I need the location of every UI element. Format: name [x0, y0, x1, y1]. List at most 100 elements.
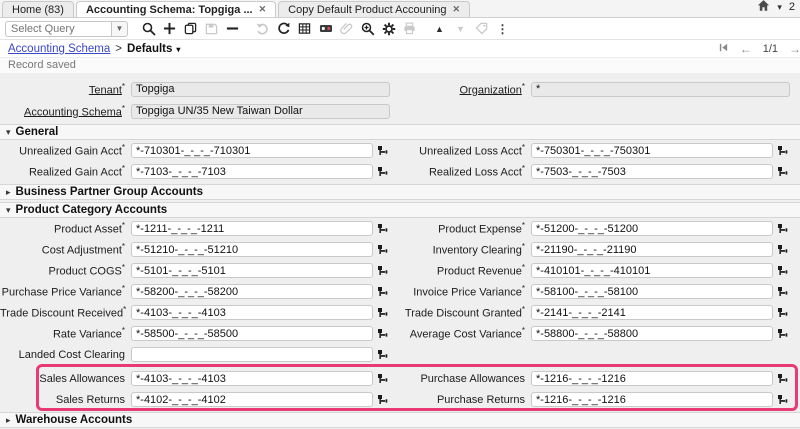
close-icon[interactable]: ✕ — [453, 5, 461, 14]
copy-record-icon[interactable] — [182, 20, 199, 37]
select-query-dropdown-icon[interactable]: ▼ — [111, 21, 128, 37]
account-input[interactable] — [131, 263, 373, 278]
field-label[interactable]: Tenant* — [0, 82, 131, 97]
account-field: Unrealized Gain Acct* — [0, 143, 400, 158]
account-input[interactable] — [131, 392, 373, 407]
accounting-schema-input[interactable] — [131, 104, 390, 119]
zoom-across-icon[interactable] — [359, 20, 376, 37]
account-combination-icon[interactable] — [375, 326, 390, 341]
account-input[interactable] — [531, 263, 773, 278]
section-header-warehouse-accounts[interactable]: ▸ Warehouse Accounts — [0, 412, 800, 428]
account-input[interactable] — [531, 164, 773, 179]
account-combination-icon[interactable] — [775, 392, 790, 407]
label-tag-icon[interactable] — [473, 20, 490, 37]
breadcrumb-parent-link[interactable]: Accounting Schema — [8, 43, 110, 55]
close-icon[interactable]: ✕ — [259, 5, 267, 14]
account-input[interactable] — [531, 221, 773, 236]
required-marker: * — [123, 305, 126, 314]
section-header-bp-group-accounts[interactable]: ▸ Business Partner Group Accounts — [0, 184, 800, 200]
field-label: Purchase Returns — [400, 394, 531, 406]
required-marker: * — [522, 82, 525, 91]
save-icon[interactable] — [203, 20, 220, 37]
account-combination-icon[interactable] — [375, 263, 390, 278]
new-record-icon[interactable] — [161, 20, 178, 37]
record-position: 1/1 — [763, 43, 778, 55]
account-input[interactable] — [531, 143, 773, 158]
account-combination-icon[interactable] — [375, 305, 390, 320]
tab-home[interactable]: Home (83) — [2, 1, 74, 17]
field-label[interactable]: Accounting Schema* — [0, 104, 131, 119]
account-combination-icon[interactable] — [375, 284, 390, 299]
home-icon[interactable] — [757, 0, 770, 15]
delete-record-icon[interactable] — [224, 20, 241, 37]
account-input[interactable] — [531, 371, 773, 386]
organization-field: Organization* — [400, 82, 800, 97]
tab-accounting-schema[interactable]: Accounting Schema: Topgiga ... ✕ — [76, 1, 276, 17]
account-input[interactable] — [131, 371, 373, 386]
account-input[interactable] — [531, 305, 773, 320]
account-combination-icon[interactable] — [375, 164, 390, 179]
record-navigation: ← 1/1 → — [718, 42, 800, 56]
attachment-icon[interactable] — [338, 20, 355, 37]
account-input[interactable] — [131, 326, 373, 341]
account-combination-icon[interactable] — [775, 242, 790, 257]
tab-copy-default-product-accounting[interactable]: Copy Default Product Accouning ✕ — [278, 1, 470, 17]
account-combination-icon[interactable] — [375, 143, 390, 158]
account-combination-icon[interactable] — [775, 305, 790, 320]
find-icon[interactable] — [140, 20, 157, 37]
account-combination-icon[interactable] — [775, 263, 790, 278]
account-input[interactable] — [131, 347, 373, 362]
account-input[interactable] — [531, 242, 773, 257]
account-combination-icon[interactable] — [375, 392, 390, 407]
select-query-input[interactable] — [5, 21, 111, 37]
undo-icon[interactable] — [254, 20, 271, 37]
account-input[interactable] — [531, 326, 773, 341]
parent-record-icon[interactable]: ▲ — [431, 20, 448, 37]
chevron-down-icon[interactable]: ▾ — [777, 2, 782, 13]
account-combination-icon[interactable] — [375, 221, 390, 236]
account-combination-icon[interactable] — [775, 221, 790, 236]
first-record-icon[interactable] — [718, 42, 729, 56]
section-header-general[interactable]: ▾ General — [0, 124, 800, 140]
account-combination-icon[interactable] — [375, 371, 390, 386]
account-combination-icon[interactable] — [775, 371, 790, 386]
account-combination-icon[interactable] — [375, 242, 390, 257]
breadcrumb-separator: > — [115, 43, 122, 55]
process-gear-icon[interactable] — [380, 20, 397, 37]
account-combination-icon[interactable] — [375, 347, 390, 362]
required-marker: * — [122, 242, 125, 251]
account-input[interactable] — [131, 305, 373, 320]
more-options-icon[interactable]: ⋮ — [494, 20, 511, 37]
account-input[interactable] — [131, 164, 373, 179]
account-field: Invoice Price Variance* — [400, 284, 800, 299]
account-combination-icon[interactable] — [775, 164, 790, 179]
detail-record-icon[interactable]: ▼ — [452, 20, 469, 37]
quick-form-icon[interactable] — [317, 20, 334, 37]
organization-input[interactable] — [531, 82, 790, 97]
field-label[interactable]: Organization* — [400, 82, 531, 97]
next-record-icon[interactable]: → — [789, 42, 800, 56]
account-combination-icon[interactable] — [775, 284, 790, 299]
account-input[interactable] — [131, 221, 373, 236]
breadcrumb: Accounting Schema > Defaults ▾ ← 1/1 → — [0, 40, 800, 58]
account-input[interactable] — [531, 284, 773, 299]
account-input[interactable] — [131, 242, 373, 257]
breadcrumb-current[interactable]: Defaults ▾ — [127, 43, 180, 55]
print-icon[interactable] — [401, 20, 418, 37]
tenant-input[interactable] — [131, 82, 390, 97]
field-label: Invoice Price Variance* — [400, 284, 531, 299]
account-input[interactable] — [131, 284, 373, 299]
refresh-icon[interactable] — [275, 20, 292, 37]
section-header-product-category-accounts[interactable]: ▾ Product Category Accounts — [0, 202, 800, 218]
account-combination-icon[interactable] — [775, 143, 790, 158]
section-title: Business Partner Group Accounts — [16, 186, 203, 198]
account-input[interactable] — [531, 392, 773, 407]
account-combination-icon[interactable] — [775, 326, 790, 341]
field-label: Inventory Clearing* — [400, 242, 531, 257]
tab-label: Home (83) — [12, 4, 64, 16]
status-bar: Record saved — [0, 58, 800, 73]
previous-record-icon[interactable]: ← — [740, 42, 752, 56]
account-input[interactable] — [131, 143, 373, 158]
form-row: Accounting Schema* — [0, 100, 800, 122]
grid-toggle-icon[interactable] — [296, 20, 313, 37]
